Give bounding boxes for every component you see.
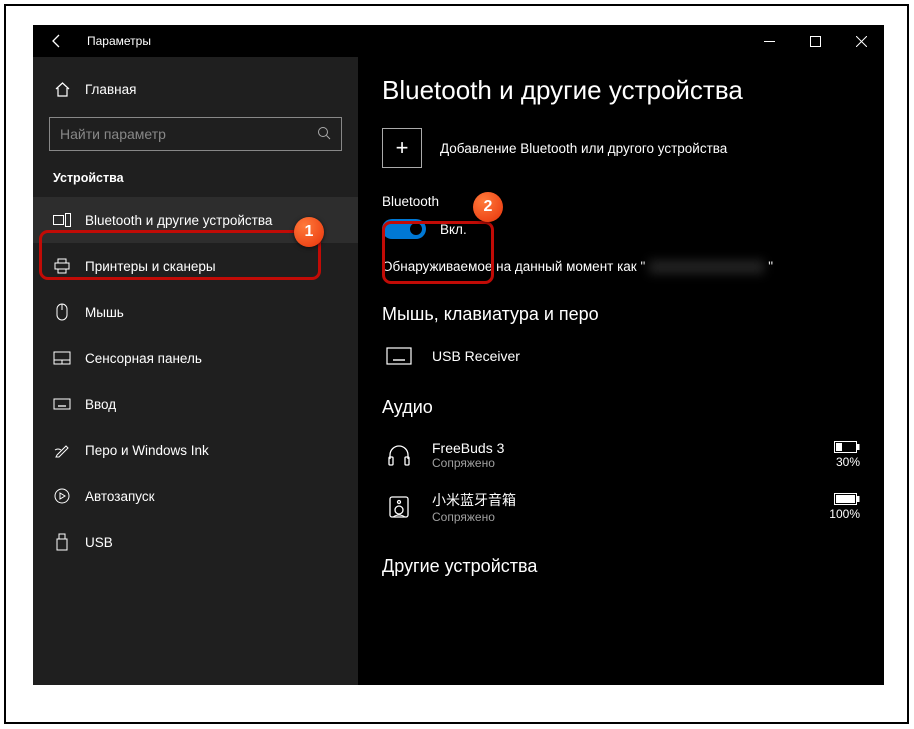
device-name: USB Receiver [432, 348, 860, 364]
toggle-knob [410, 223, 422, 235]
sidebar-item-printers[interactable]: Принтеры и сканеры [33, 243, 358, 289]
add-device-button[interactable]: + Добавление Bluetooth или другого устро… [382, 128, 860, 168]
autoplay-icon [53, 487, 71, 505]
arrow-left-icon [49, 33, 65, 49]
device-status: Сопряжено [432, 510, 813, 524]
sidebar-item-label: Мышь [85, 305, 124, 320]
back-button[interactable] [33, 25, 81, 57]
device-row-freebuds[interactable]: FreeBuds 3 Сопряжено 30% [382, 430, 860, 480]
sidebar-item-typing[interactable]: Ввод [33, 381, 358, 427]
sidebar-item-autoplay[interactable]: Автозапуск [33, 473, 358, 519]
speaker-icon [382, 495, 416, 519]
keyboard-device-icon [382, 347, 416, 365]
sidebar-item-label: Принтеры и сканеры [85, 259, 216, 274]
usb-icon [53, 533, 71, 551]
sidebar-item-label: Автозапуск [85, 489, 155, 504]
sidebar-item-label: Ввод [85, 397, 116, 412]
battery-indicator: 100% [829, 493, 860, 521]
sidebar-item-label: Bluetooth и другие устройства [85, 213, 272, 228]
home-icon [53, 80, 71, 98]
discover-suffix: " [768, 259, 773, 274]
bluetooth-toggle[interactable] [382, 219, 426, 239]
section-audio: Аудио [382, 397, 860, 418]
close-icon [856, 36, 867, 47]
close-button[interactable] [838, 25, 884, 57]
titlebar: Параметры [33, 25, 884, 57]
sidebar: Главная Устройства Bluetooth и другие ус… [33, 57, 358, 685]
discoverable-text: Обнаруживаемое на данный момент как " " [382, 259, 860, 274]
battery-icon [834, 441, 860, 453]
main-content: Bluetooth и другие устройства + Добавлен… [358, 57, 884, 685]
add-device-label: Добавление Bluetooth или другого устройс… [440, 141, 727, 156]
section-other: Другие устройства [382, 556, 860, 577]
device-status: Сопряжено [432, 456, 818, 470]
device-name: 小米蓝牙音箱 [432, 490, 813, 510]
battery-value: 100% [829, 507, 860, 521]
touchpad-icon [53, 349, 71, 367]
keyboard-icon [53, 395, 71, 413]
minimize-button[interactable] [746, 25, 792, 57]
sidebar-item-mouse[interactable]: Мышь [33, 289, 358, 335]
sidebar-item-touchpad[interactable]: Сенсорная панель [33, 335, 358, 381]
device-row-xiaomi[interactable]: 小米蓝牙音箱 Сопряжено 100% [382, 480, 860, 534]
outer-frame: Параметры Главная Устройства [4, 4, 909, 724]
home-link[interactable]: Главная [33, 67, 358, 111]
battery-value: 30% [836, 455, 860, 469]
device-name: FreeBuds 3 [432, 440, 818, 456]
pen-icon [53, 441, 71, 459]
sidebar-item-usb[interactable]: USB [33, 519, 358, 565]
sidebar-item-pen[interactable]: Перо и Windows Ink [33, 427, 358, 473]
sidebar-item-label: Сенсорная панель [85, 351, 202, 366]
device-name-blurred [649, 260, 764, 274]
annotation-badge-1: 1 [294, 217, 324, 247]
maximize-icon [810, 36, 821, 47]
search-input[interactable] [60, 126, 317, 142]
mouse-icon [53, 303, 71, 321]
printer-icon [53, 257, 71, 275]
bluetooth-label: Bluetooth [382, 194, 860, 209]
page-title: Bluetooth и другие устройства [382, 75, 860, 106]
sidebar-item-label: USB [85, 535, 113, 550]
minimize-icon [764, 36, 775, 47]
search-icon [317, 126, 331, 143]
maximize-button[interactable] [792, 25, 838, 57]
toggle-state-label: Вкл. [440, 222, 467, 237]
sidebar-section-label: Устройства [33, 163, 358, 197]
sidebar-item-label: Перо и Windows Ink [85, 443, 209, 458]
battery-indicator: 30% [834, 441, 860, 469]
search-box[interactable] [49, 117, 342, 151]
settings-window: Параметры Главная Устройства [33, 25, 884, 685]
plus-icon: + [382, 128, 422, 168]
annotation-badge-2: 2 [473, 192, 503, 222]
discover-prefix: Обнаруживаемое на данный момент как " [382, 259, 645, 274]
devices-icon [53, 211, 71, 229]
device-row-usb-receiver[interactable]: USB Receiver [382, 337, 860, 375]
window-controls [746, 25, 884, 57]
headphones-icon [382, 443, 416, 467]
window-title: Параметры [87, 34, 746, 48]
home-label: Главная [85, 82, 136, 97]
section-mouse-kb: Мышь, клавиатура и перо [382, 304, 860, 325]
battery-icon [834, 493, 860, 505]
